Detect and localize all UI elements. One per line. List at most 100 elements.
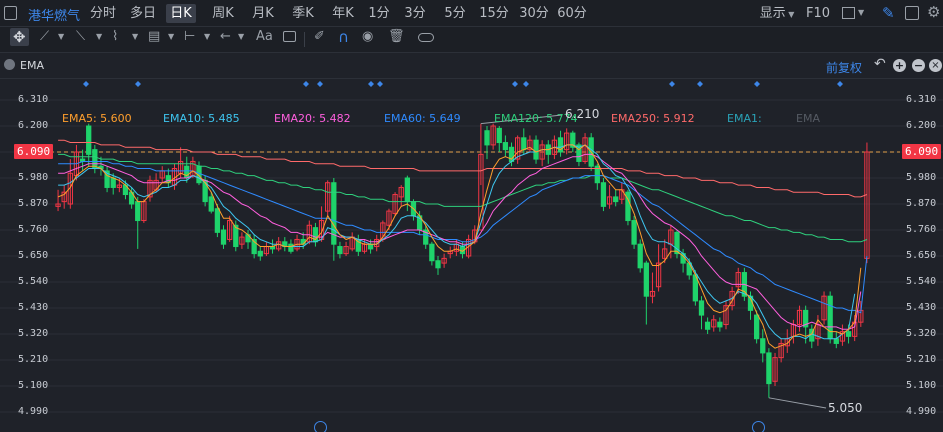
ema-legend-item[interactable]: EMA250: 5.912	[611, 112, 695, 126]
ema-legend-item[interactable]: EMA	[796, 112, 820, 126]
zoom-in-icon[interactable]: +	[893, 59, 906, 72]
event-marker-diamond	[303, 81, 309, 87]
divider	[304, 32, 305, 47]
tab-period-9[interactable]: 5分	[442, 4, 468, 23]
tab-period-8[interactable]: 3分	[402, 4, 428, 23]
candle-body	[496, 127, 502, 144]
chevron-down-icon[interactable]: ▼	[204, 32, 210, 50]
chevron-down-icon[interactable]: ▼	[96, 32, 102, 50]
event-marker-icon[interactable]	[752, 421, 765, 432]
undo-icon[interactable]: ↶	[874, 56, 886, 72]
ema-line-ema20	[58, 153, 862, 330]
candle-body	[827, 295, 833, 340]
candle-body	[704, 321, 711, 330]
candle-body	[833, 338, 839, 344]
display-menu[interactable]: 显示 ▼	[758, 4, 796, 23]
ema-legend-item[interactable]: EMA20: 5.482	[274, 112, 351, 126]
text-tool[interactable]: Aa	[256, 29, 273, 47]
display-label: 显示	[759, 6, 786, 21]
candle-body	[631, 220, 637, 245]
drawing-toolbar: ✥ ⟋ ▼ ⟍ ▼ ⌇ ▼ ▤ ▼ ⊢ ▼ ← ▼ Aa ✐ ∩ ◉ 🗑	[0, 27, 943, 53]
event-marker-diamond	[523, 81, 529, 87]
y-tick-label: 5.430	[906, 302, 937, 313]
tab-period-11[interactable]: 30分	[518, 4, 550, 23]
candle-body	[845, 331, 852, 337]
zoom-out-icon[interactable]: −	[912, 59, 925, 72]
chevron-down-icon[interactable]: ▼	[132, 32, 138, 50]
chevron-down-icon[interactable]: ▼	[58, 32, 64, 50]
candle-body	[135, 201, 141, 222]
candle-body	[521, 137, 527, 151]
chevron-down-icon[interactable]: ▼	[858, 8, 864, 17]
eye-icon[interactable]: ◉	[362, 29, 373, 47]
wave-icon[interactable]: ⌇	[112, 29, 118, 47]
event-marker-diamond	[317, 81, 323, 87]
ema-line-ema250	[58, 139, 868, 198]
event-marker-diamond	[512, 81, 518, 87]
settings-icon[interactable]: ⚙	[927, 3, 940, 21]
close-icon[interactable]: ×	[929, 59, 942, 72]
y-tick-label: 6.310	[18, 94, 49, 105]
tab-period-3[interactable]: 周K	[206, 4, 240, 23]
ema-legend-item[interactable]: EMA60: 5.649	[384, 112, 461, 126]
y-tick-label: 5.210	[906, 354, 937, 365]
tab-period-1[interactable]: 多日	[126, 4, 160, 23]
candle-body	[257, 250, 263, 257]
magnet-icon[interactable]: ∩	[338, 28, 349, 46]
crosshair-icon[interactable]: ✥	[10, 28, 29, 46]
tab-period-6[interactable]: 年K	[326, 4, 360, 23]
candle-body	[502, 142, 509, 151]
tab-period-7[interactable]: 1分	[366, 4, 392, 23]
f10-button[interactable]: F10	[806, 4, 830, 23]
y-tick-label: 5.760	[18, 224, 49, 235]
tab-period-2[interactable]: 日K	[166, 4, 196, 23]
expand-icon[interactable]	[905, 6, 919, 20]
arrow-left-icon[interactable]: ←	[220, 29, 231, 47]
ema-legend-item[interactable]: EMA1:	[727, 112, 762, 126]
y-tick-label: 5.430	[18, 302, 49, 313]
current-price-badge-left: 6.090	[14, 144, 54, 159]
ema-legend-item[interactable]: EMA5: 5.600	[62, 112, 132, 126]
pen-icon[interactable]: ✎	[882, 4, 895, 22]
measure-icon[interactable]: ⊢	[184, 29, 195, 47]
chevron-down-icon[interactable]: ▼	[168, 32, 174, 50]
candle-body	[686, 262, 692, 276]
candle-body	[337, 246, 343, 255]
sidebar-toggle-icon[interactable]	[4, 6, 17, 20]
tab-period-10[interactable]: 15分	[478, 4, 510, 23]
candle-body	[753, 314, 760, 340]
fibonacci-icon[interactable]: ▤	[148, 29, 160, 47]
tab-period-5[interactable]: 季K	[286, 4, 320, 23]
y-tick-label: 5.870	[906, 198, 937, 209]
y-tick-label: 5.100	[906, 380, 937, 391]
y-tick-label: 5.210	[18, 354, 49, 365]
candle-body	[429, 243, 435, 262]
collapse-indicator-icon[interactable]	[4, 59, 15, 70]
event-marker-diamond	[83, 81, 89, 87]
chart-style-icon[interactable]	[842, 7, 855, 19]
y-tick-label: 5.760	[906, 224, 937, 235]
toggle-icon[interactable]	[418, 33, 434, 42]
eraser-icon[interactable]: ✐	[314, 29, 325, 47]
candle-body	[435, 260, 441, 269]
polyline-icon[interactable]: ⟍	[76, 29, 85, 47]
stock-name[interactable]: 港华燃气	[28, 5, 80, 24]
y-tick-label: 4.990	[906, 406, 937, 417]
tab-period-12[interactable]: 60分	[556, 4, 588, 23]
comment-icon[interactable]	[283, 31, 296, 42]
candle-body	[484, 130, 490, 146]
event-marker-diamond	[377, 81, 383, 87]
tab-period-0[interactable]: 分时	[86, 4, 120, 23]
trash-icon[interactable]: 🗑	[388, 29, 405, 47]
event-marker-icon[interactable]	[314, 421, 327, 432]
indicator-name[interactable]: EMA	[20, 59, 44, 72]
event-marker-diamond	[368, 81, 374, 87]
y-tick-label: 5.870	[18, 198, 49, 209]
tab-period-4[interactable]: 月K	[246, 4, 280, 23]
adjust-mode[interactable]: 前复权	[826, 59, 862, 76]
trendline-icon[interactable]: ⟋	[40, 29, 49, 47]
candle-body	[613, 196, 619, 203]
chevron-down-icon[interactable]: ▼	[238, 32, 244, 50]
ema-legend-item[interactable]: EMA10: 5.485	[163, 112, 240, 126]
event-marker-diamond	[135, 81, 141, 87]
